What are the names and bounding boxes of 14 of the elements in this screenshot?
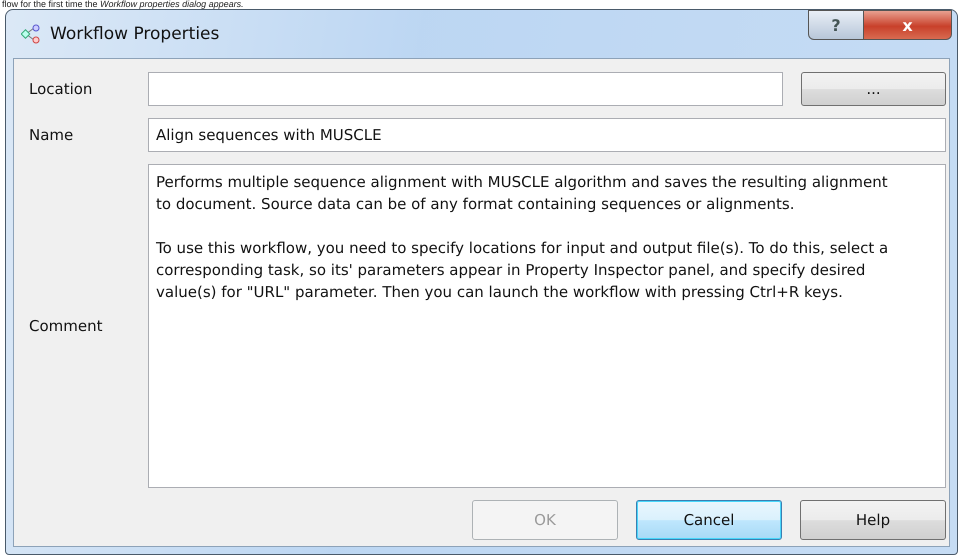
- field-label: Comment: [29, 317, 104, 335]
- field-label: Location: [29, 80, 94, 98]
- comment-field[interactable]: Performs multiple sequence alignment with MUSCLE algorithm and saves the resulting alignment to document. Source data can be of any format containing sequences or alignments. To use this workflow, you need to specify locations for input and output file(s). To do this, select a corresponding task, so its' parameters appear in Property Inspector panel, and specify desired value(s) for "URL" parameter. Then you can launch the workflow with pressing Ctrl+R keys.: [148, 164, 946, 488]
- workflow-nodes-icon: [21, 23, 41, 45]
- dialog-button[interactable]: Help: [800, 500, 946, 540]
- close-button[interactable]: x: [864, 10, 952, 40]
- name-field[interactable]: Align sequences with MUSCLE: [148, 118, 946, 152]
- help-button[interactable]: ?: [808, 10, 864, 40]
- caption-text: flow for the first time the Workflow properties dialog appears.: [1, 0, 245, 9]
- dialog-button[interactable]: Cancel: [636, 500, 782, 540]
- browse-button[interactable]: ...: [801, 72, 946, 106]
- location-field[interactable]: [148, 72, 783, 106]
- window-title: Workflow Properties: [50, 24, 220, 44]
- field-label: Name: [29, 126, 74, 144]
